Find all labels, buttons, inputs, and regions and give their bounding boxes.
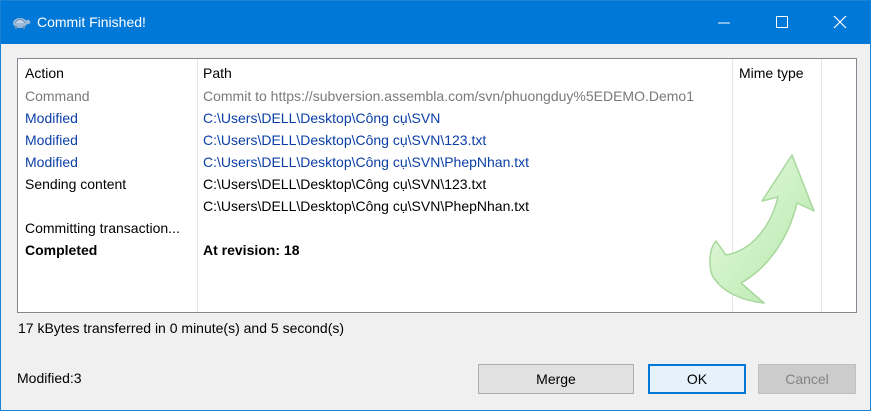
row-path[interactable]: Commit to https://subversion.assembla.co… — [203, 88, 694, 104]
row-action[interactable]: Sending content — [25, 176, 126, 192]
window-title: Commit Finished! — [37, 14, 146, 30]
row-action[interactable]: Modified — [25, 110, 78, 126]
row-action[interactable]: Completed — [25, 242, 97, 258]
row-action[interactable]: Modified — [25, 132, 78, 148]
column-header-path[interactable]: Path — [203, 65, 232, 81]
maximize-icon — [776, 16, 788, 28]
minimize-icon — [718, 22, 730, 24]
row-path[interactable]: C:\Users\DELL\Desktop\Công cụ\SVN — [203, 110, 440, 126]
row-action[interactable]: Command — [25, 88, 90, 104]
transfer-status: 17 kBytes transferred in 0 minute(s) and… — [18, 320, 345, 336]
commit-finished-dialog: Commit Finished! Action Path Mime type C… — [0, 0, 871, 411]
column-divider — [821, 59, 822, 312]
title-bar[interactable]: Commit Finished! — [1, 1, 870, 44]
row-action[interactable]: Modified — [25, 154, 78, 170]
minimize-button[interactable] — [695, 1, 753, 44]
column-header-mime-type[interactable]: Mime type — [739, 65, 804, 81]
commit-results-list[interactable]: Action Path Mime type Command Commit to h… — [17, 58, 857, 313]
tortoise-icon — [11, 14, 31, 30]
maximize-button[interactable] — [753, 1, 811, 44]
row-path[interactable]: At revision: 18 — [203, 242, 299, 258]
green-curved-arrow-icon — [709, 154, 815, 304]
cancel-button[interactable]: Cancel — [758, 364, 856, 394]
row-path[interactable]: C:\Users\DELL\Desktop\Công cụ\SVN\123.tx… — [203, 176, 486, 192]
row-action[interactable]: Committing transaction... — [25, 220, 180, 236]
row-path[interactable]: C:\Users\DELL\Desktop\Công cụ\SVN\123.tx… — [203, 132, 486, 148]
column-divider — [197, 59, 198, 312]
modified-count: Modified:3 — [17, 370, 82, 386]
row-path[interactable]: C:\Users\DELL\Desktop\Công cụ\SVN\PhepNh… — [203, 154, 529, 170]
row-path[interactable]: C:\Users\DELL\Desktop\Công cụ\SVN\PhepNh… — [203, 198, 529, 214]
merge-button[interactable]: Merge — [478, 364, 634, 394]
close-button[interactable] — [811, 1, 869, 44]
ok-button[interactable]: OK — [648, 364, 746, 394]
close-icon — [833, 15, 847, 29]
column-header-action[interactable]: Action — [25, 65, 64, 81]
